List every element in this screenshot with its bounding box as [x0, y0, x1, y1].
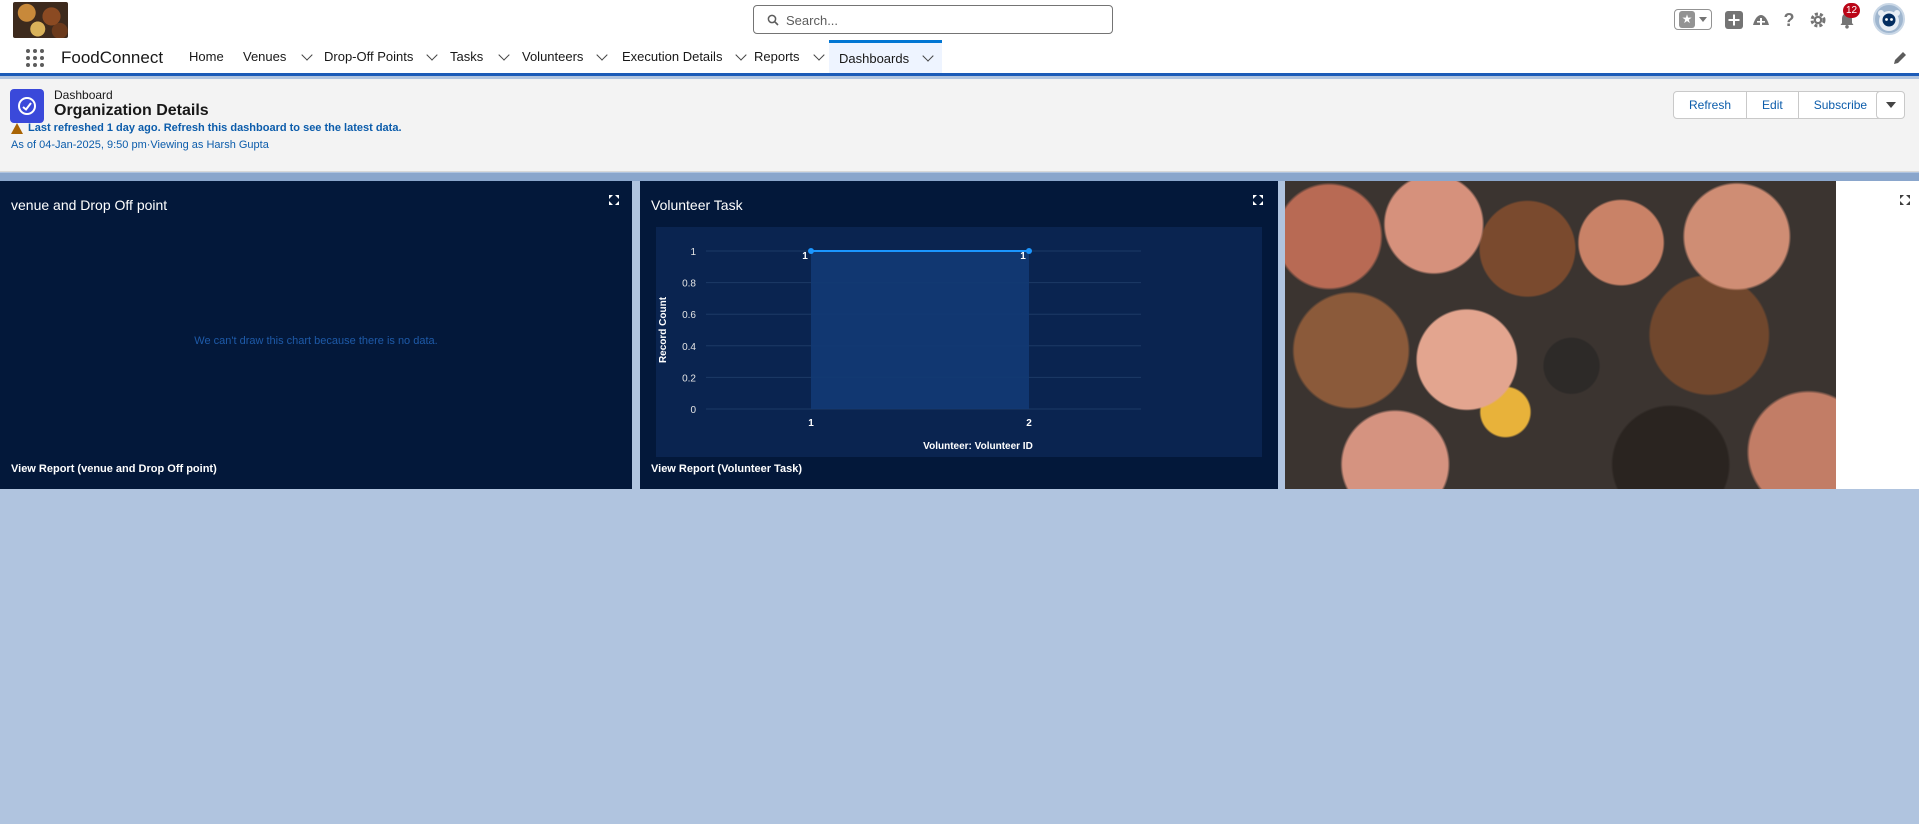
chevron-down-icon[interactable] [1699, 17, 1707, 22]
notification-badge: 12 [1843, 3, 1861, 18]
app-name: FoodConnect [61, 48, 164, 67]
dashboard-button-group: Refresh Edit Subscribe [1673, 91, 1884, 119]
dashboard-header: Dashboard Organization Details Last refr… [0, 79, 1919, 172]
widget-image [1285, 181, 1919, 489]
app-nav-bar: FoodConnect Home Venues Drop-Off Points … [0, 40, 1919, 76]
org-logo[interactable] [13, 2, 68, 38]
volunteer-task-chart[interactable]: 0 0.2 0.4 0.6 0.8 1 1 1 1 2 Volunteer: Volunteer I… [656, 227, 1262, 457]
nav-item-label: Drop-Off Points [324, 49, 414, 64]
y-tick-label: 0 [690, 405, 696, 416]
nav-item-label: Venues [243, 49, 287, 64]
help-button[interactable]: ? [1779, 10, 1799, 30]
view-report-link[interactable]: View Report (Volunteer Task) [651, 463, 802, 475]
chevron-down-icon[interactable] [426, 48, 439, 61]
more-actions-button[interactable] [1876, 91, 1905, 119]
x-tick-label: 1 [808, 418, 814, 429]
nav-item-label: Execution Details [622, 49, 723, 64]
food-photo [1285, 181, 1836, 489]
nav-item-execution-details[interactable]: Execution Details [622, 40, 748, 73]
favorites-button[interactable]: ★ [1674, 9, 1712, 30]
nav-item-label: Home [189, 49, 224, 64]
question-icon: ? [1783, 9, 1795, 30]
as-of-text: As of 04-Jan-2025, 9:50 pm·Viewing as Ha… [11, 139, 269, 151]
chevron-down-icon[interactable] [922, 50, 934, 62]
nav-item-label: Volunteers [522, 49, 584, 64]
y-axis-title: Record Count [658, 296, 669, 363]
trailhead-button[interactable] [1751, 10, 1771, 30]
widget-volunteer-task: Volunteer Task 0 0.2 0.4 0.6 0.8 1 1 1 1 2 Volunte… [640, 181, 1278, 489]
nav-item-reports[interactable]: Reports [754, 40, 825, 73]
add-icon [1725, 11, 1743, 29]
global-actions-button[interactable] [1724, 10, 1744, 30]
nav-item-volunteers[interactable]: Volunteers [522, 40, 609, 73]
y-tick-label: 0.8 [682, 279, 696, 290]
refresh-button[interactable]: Refresh [1673, 91, 1748, 119]
search-icon [767, 14, 779, 26]
avatar[interactable] [1873, 3, 1905, 35]
expand-icon[interactable] [608, 194, 620, 206]
refresh-warning[interactable]: Last refreshed 1 day ago. Refresh this d… [11, 122, 402, 134]
refresh-warning-text[interactable]: Last refreshed 1 day ago. Refresh this d… [28, 122, 402, 134]
no-data-message: We can't draw this chart because there i… [194, 335, 438, 347]
y-tick-label: 0.6 [682, 310, 696, 321]
trailhead-icon [1753, 15, 1769, 25]
chevron-down-icon[interactable] [596, 48, 609, 61]
y-tick-label: 0.4 [682, 342, 696, 353]
chevron-down-icon[interactable] [735, 48, 748, 61]
search-input[interactable] [786, 10, 1096, 30]
dashboard-canvas-band [0, 173, 1919, 181]
nav-item-tasks[interactable]: Tasks [450, 40, 510, 73]
x-tick-label: 2 [1026, 418, 1032, 429]
x-axis-title: Volunteer: Volunteer ID [923, 441, 1033, 452]
nav-item-label: Tasks [450, 49, 484, 64]
edit-nav-pencil-icon[interactable] [1892, 50, 1908, 66]
chart-panel: 0 0.2 0.4 0.6 0.8 1 1 1 1 2 Volunteer: Volunteer I… [656, 227, 1262, 457]
page-title: Organization Details [54, 102, 209, 119]
app-launcher-icon[interactable] [26, 49, 46, 69]
dashboard-icon [10, 89, 44, 123]
nav-item-home[interactable]: Home [189, 40, 224, 73]
y-tick-label: 0.2 [682, 373, 696, 384]
y-tick-label: 1 [690, 247, 696, 258]
data-point [1026, 248, 1032, 254]
view-report-link[interactable]: View Report (venue and Drop Off point) [11, 463, 217, 475]
data-point [808, 248, 814, 254]
widget-title: venue and Drop Off point [11, 197, 168, 213]
chevron-down-icon[interactable] [498, 48, 510, 61]
nav-item-drop-off-points[interactable]: Drop-Off Points [324, 40, 439, 73]
object-label: Dashboard [54, 88, 113, 102]
edit-button[interactable]: Edit [1747, 91, 1799, 119]
global-header: ★ ? 12 [0, 0, 1919, 40]
global-search[interactable] [753, 5, 1113, 34]
star-icon: ★ [1679, 11, 1695, 28]
nav-item-label: Reports [754, 49, 800, 64]
series-area [811, 251, 1029, 409]
data-label: 1 [1020, 251, 1026, 262]
nav-item-label: Dashboards [839, 50, 910, 66]
widget-venue-drop-off: venue and Drop Off point We can't draw t… [0, 181, 632, 489]
data-label: 1 [802, 251, 808, 262]
nav-item-venues[interactable]: Venues [243, 40, 314, 73]
chevron-down-icon [1886, 102, 1896, 108]
widget-title: Volunteer Task [651, 197, 743, 213]
expand-icon[interactable] [1899, 194, 1911, 206]
expand-icon[interactable] [1252, 194, 1264, 206]
astro-avatar-icon [1878, 10, 1900, 31]
chevron-down-icon[interactable] [301, 48, 314, 61]
setup-button[interactable] [1808, 10, 1828, 30]
warning-icon [11, 122, 23, 134]
chevron-down-icon[interactable] [812, 48, 825, 61]
nav-item-dashboards[interactable]: Dashboards [829, 40, 943, 73]
gear-icon [1810, 12, 1826, 28]
subscribe-button[interactable]: Subscribe [1798, 91, 1884, 119]
